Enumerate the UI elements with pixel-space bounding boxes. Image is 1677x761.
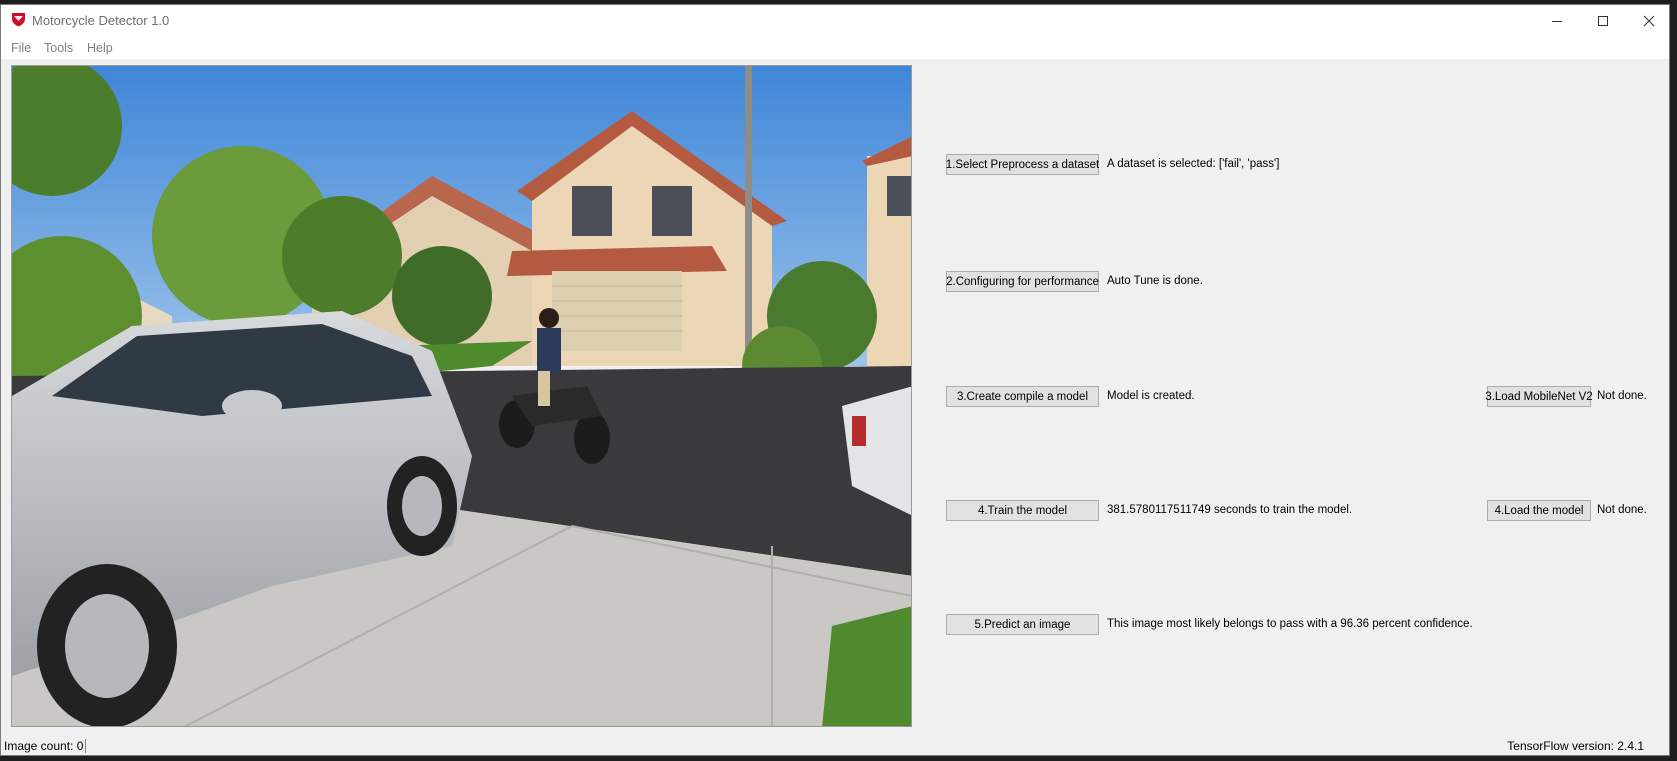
create-model-button[interactable]: 3.Create compile a model bbox=[946, 386, 1099, 407]
load-mobilenet-status: Not done. bbox=[1597, 390, 1647, 402]
predict-image-button[interactable]: 5.Predict an image bbox=[946, 614, 1099, 635]
tensorflow-version: TensorFlow version: 2.4.1 bbox=[1507, 739, 1644, 753]
configure-performance-status: Auto Tune is done. bbox=[1107, 275, 1203, 287]
load-model-status: Not done. bbox=[1597, 504, 1647, 516]
menu-bar: File Tools Help bbox=[1, 37, 1669, 59]
maximize-button[interactable] bbox=[1580, 5, 1626, 37]
create-model-status: Model is created. bbox=[1107, 390, 1195, 402]
close-icon bbox=[1643, 15, 1655, 27]
title-bar: Motorcycle Detector 1.0 bbox=[1, 5, 1669, 37]
maximize-icon bbox=[1598, 16, 1608, 26]
image-count: Image count: 0 bbox=[4, 739, 87, 753]
menu-tools[interactable]: Tools bbox=[44, 41, 73, 55]
image-count-label: Image count: bbox=[4, 739, 74, 753]
load-model-button[interactable]: 4.Load the model bbox=[1487, 500, 1591, 521]
ducati-shield-icon bbox=[12, 13, 25, 27]
close-button[interactable] bbox=[1626, 5, 1669, 37]
configure-performance-button[interactable]: 2.Configuring for performance bbox=[946, 271, 1099, 292]
window-title: Motorcycle Detector 1.0 bbox=[32, 13, 170, 28]
train-model-button[interactable]: 4.Train the model bbox=[946, 500, 1099, 521]
predict-image-status: This image most likely belongs to pass w… bbox=[1107, 618, 1473, 630]
preview-image bbox=[11, 65, 912, 727]
menu-help[interactable]: Help bbox=[87, 41, 113, 55]
load-mobilenet-button[interactable]: 3.Load MobileNet V2 bbox=[1485, 386, 1593, 407]
menu-file[interactable]: File bbox=[11, 41, 31, 55]
minimize-icon bbox=[1552, 21, 1562, 22]
minimize-button[interactable] bbox=[1534, 5, 1580, 37]
app-window: Motorcycle Detector 1.0 File Tools Help bbox=[0, 4, 1670, 756]
train-model-status: 381.5780117511749 seconds to train the m… bbox=[1107, 504, 1353, 516]
select-dataset-button[interactable]: 1.Select Preprocess a dataset bbox=[946, 154, 1099, 175]
select-dataset-status: A dataset is selected: ['fail', 'pass'] bbox=[1107, 158, 1280, 170]
image-count-value: 0 bbox=[77, 739, 87, 753]
